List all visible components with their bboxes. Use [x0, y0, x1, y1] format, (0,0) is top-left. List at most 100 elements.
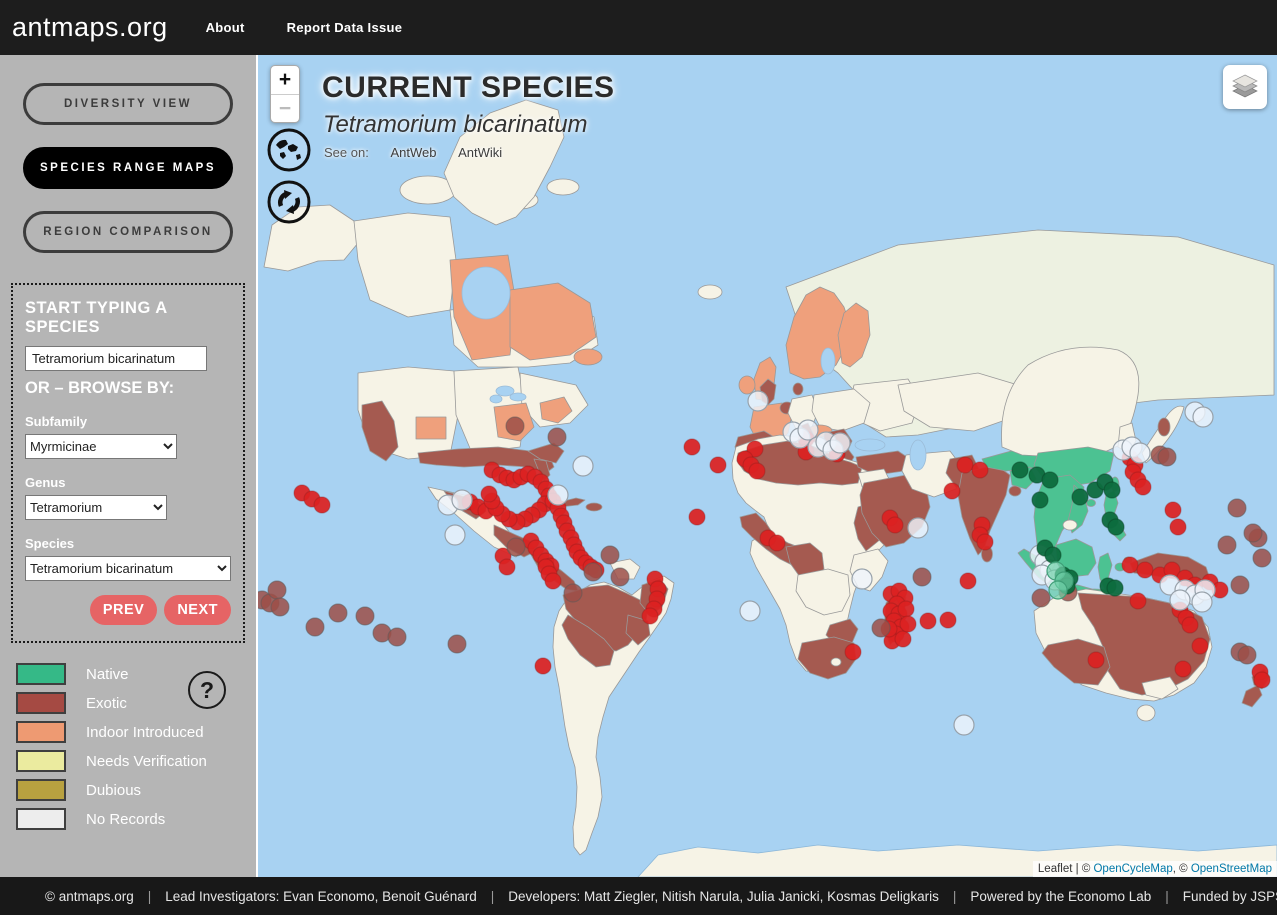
occurrence-point[interactable]: [481, 486, 497, 502]
occurrence-point[interactable]: [584, 563, 602, 581]
occurrence-point[interactable]: [972, 462, 988, 478]
occurrence-point[interactable]: [1130, 443, 1150, 463]
occurrence-point[interactable]: [913, 568, 931, 586]
occurrence-point[interactable]: [1042, 472, 1058, 488]
occurrence-point[interactable]: [1122, 557, 1138, 573]
occurrence-point[interactable]: [944, 483, 960, 499]
occurrence-point[interactable]: [499, 559, 515, 575]
occurrence-point[interactable]: [1072, 489, 1088, 505]
occurrence-point[interactable]: [506, 417, 524, 435]
occurrence-point[interactable]: [908, 518, 928, 538]
occurrence-point[interactable]: [957, 457, 973, 473]
zoom-in-button[interactable]: +: [271, 66, 299, 94]
occurrence-point[interactable]: [306, 618, 324, 636]
occurrence-point[interactable]: [920, 613, 936, 629]
occurrence-point[interactable]: [1175, 661, 1191, 677]
occurrence-point[interactable]: [1108, 519, 1124, 535]
occurrence-point[interactable]: [1104, 482, 1120, 498]
occurrence-point[interactable]: [642, 608, 658, 624]
layers-control[interactable]: [1223, 65, 1267, 109]
genus-select[interactable]: Tetramorium: [25, 495, 167, 520]
brand-logo[interactable]: antmaps.org: [12, 12, 168, 43]
species-range-maps-button[interactable]: SPECIES RANGE MAPS: [23, 147, 233, 189]
occurrence-point[interactable]: [852, 569, 872, 589]
occurrence-point[interactable]: [1254, 672, 1270, 688]
prev-species-button[interactable]: PREV: [90, 595, 158, 625]
openstreetmap-link[interactable]: OpenStreetMap: [1191, 863, 1272, 875]
occurrence-point[interactable]: [1107, 580, 1123, 596]
occurrence-point[interactable]: [548, 485, 568, 505]
occurrence-point[interactable]: [749, 463, 765, 479]
occurrence-point[interactable]: [1012, 462, 1028, 478]
occurrence-point[interactable]: [388, 628, 406, 646]
occurrence-point[interactable]: [1182, 617, 1198, 633]
occurrence-point[interactable]: [1244, 524, 1262, 542]
occurrence-point[interactable]: [748, 391, 768, 411]
occurrence-point[interactable]: [1192, 638, 1208, 654]
occurrence-point[interactable]: [1193, 407, 1213, 427]
occurrence-point[interactable]: [271, 598, 289, 616]
species-select[interactable]: Tetramorium bicarinatum: [25, 556, 231, 581]
occurrence-point[interactable]: [1088, 652, 1104, 668]
leaflet-credit[interactable]: Leaflet: [1038, 863, 1073, 875]
occurrence-point[interactable]: [535, 658, 551, 674]
occurrence-point[interactable]: [887, 517, 903, 533]
occurrence-point[interactable]: [1049, 581, 1067, 599]
occurrence-point[interactable]: [977, 534, 993, 550]
occurrence-point[interactable]: [1238, 646, 1256, 664]
occurrence-point[interactable]: [1170, 519, 1186, 535]
occurrence-point[interactable]: [684, 439, 700, 455]
world-map[interactable]: CURRENT SPECIES Tetramorium bicarinatum …: [258, 55, 1277, 877]
occurrence-point[interactable]: [329, 604, 347, 622]
occurrence-point[interactable]: [601, 546, 619, 564]
occurrence-point[interactable]: [1130, 593, 1146, 609]
occurrence-point[interactable]: [1045, 547, 1061, 563]
occurrence-point[interactable]: [954, 715, 974, 735]
occurrence-point[interactable]: [448, 635, 466, 653]
occurrence-point[interactable]: [895, 631, 911, 647]
region-comparison-button[interactable]: REGION COMPARISON: [23, 211, 233, 253]
legend-help-icon[interactable]: ?: [188, 671, 226, 709]
antweb-link[interactable]: AntWeb: [390, 145, 436, 160]
occurrence-point[interactable]: [314, 497, 330, 513]
occurrence-point[interactable]: [898, 601, 914, 617]
occurrence-point[interactable]: [548, 428, 566, 446]
occurrence-point[interactable]: [1137, 562, 1153, 578]
occurrence-point[interactable]: [445, 525, 465, 545]
occurrence-point[interactable]: [268, 581, 286, 599]
occurrence-point[interactable]: [1253, 549, 1271, 567]
occurrence-point[interactable]: [1165, 502, 1181, 518]
occurrence-point[interactable]: [1192, 592, 1212, 612]
refresh-map-button[interactable]: [266, 179, 312, 225]
occurrence-point[interactable]: [611, 568, 629, 586]
zoom-out-button[interactable]: −: [271, 94, 299, 122]
world-map-canvas[interactable]: [258, 55, 1277, 877]
subfamily-select[interactable]: Myrmicinae: [25, 434, 177, 459]
occurrence-point[interactable]: [573, 456, 593, 476]
occurrence-point[interactable]: [845, 644, 861, 660]
next-species-button[interactable]: NEXT: [164, 595, 231, 625]
diversity-view-button[interactable]: DIVERSITY VIEW: [23, 83, 233, 125]
occurrence-point[interactable]: [1158, 448, 1176, 466]
opencyclemap-link[interactable]: OpenCycleMap: [1093, 863, 1172, 875]
occurrence-point[interactable]: [960, 573, 976, 589]
occurrence-point[interactable]: [1228, 499, 1246, 517]
occurrence-point[interactable]: [564, 584, 582, 602]
occurrence-point[interactable]: [1170, 590, 1190, 610]
occurrence-point[interactable]: [769, 535, 785, 551]
occurrence-point[interactable]: [1218, 536, 1236, 554]
nav-link-report-data-issue[interactable]: Report Data Issue: [287, 20, 403, 35]
occurrence-point[interactable]: [830, 433, 850, 453]
occurrence-point[interactable]: [1231, 576, 1249, 594]
occurrence-point[interactable]: [1135, 479, 1151, 495]
occurrence-point[interactable]: [900, 616, 916, 632]
occurrence-point[interactable]: [689, 509, 705, 525]
occurrence-point[interactable]: [356, 607, 374, 625]
globe-reset-view-button[interactable]: [266, 127, 312, 173]
occurrence-point[interactable]: [872, 619, 890, 637]
species-search-input[interactable]: [25, 346, 207, 371]
occurrence-point[interactable]: [1032, 492, 1048, 508]
occurrence-point[interactable]: [545, 573, 561, 589]
occurrence-point[interactable]: [452, 490, 472, 510]
occurrence-point[interactable]: [740, 601, 760, 621]
